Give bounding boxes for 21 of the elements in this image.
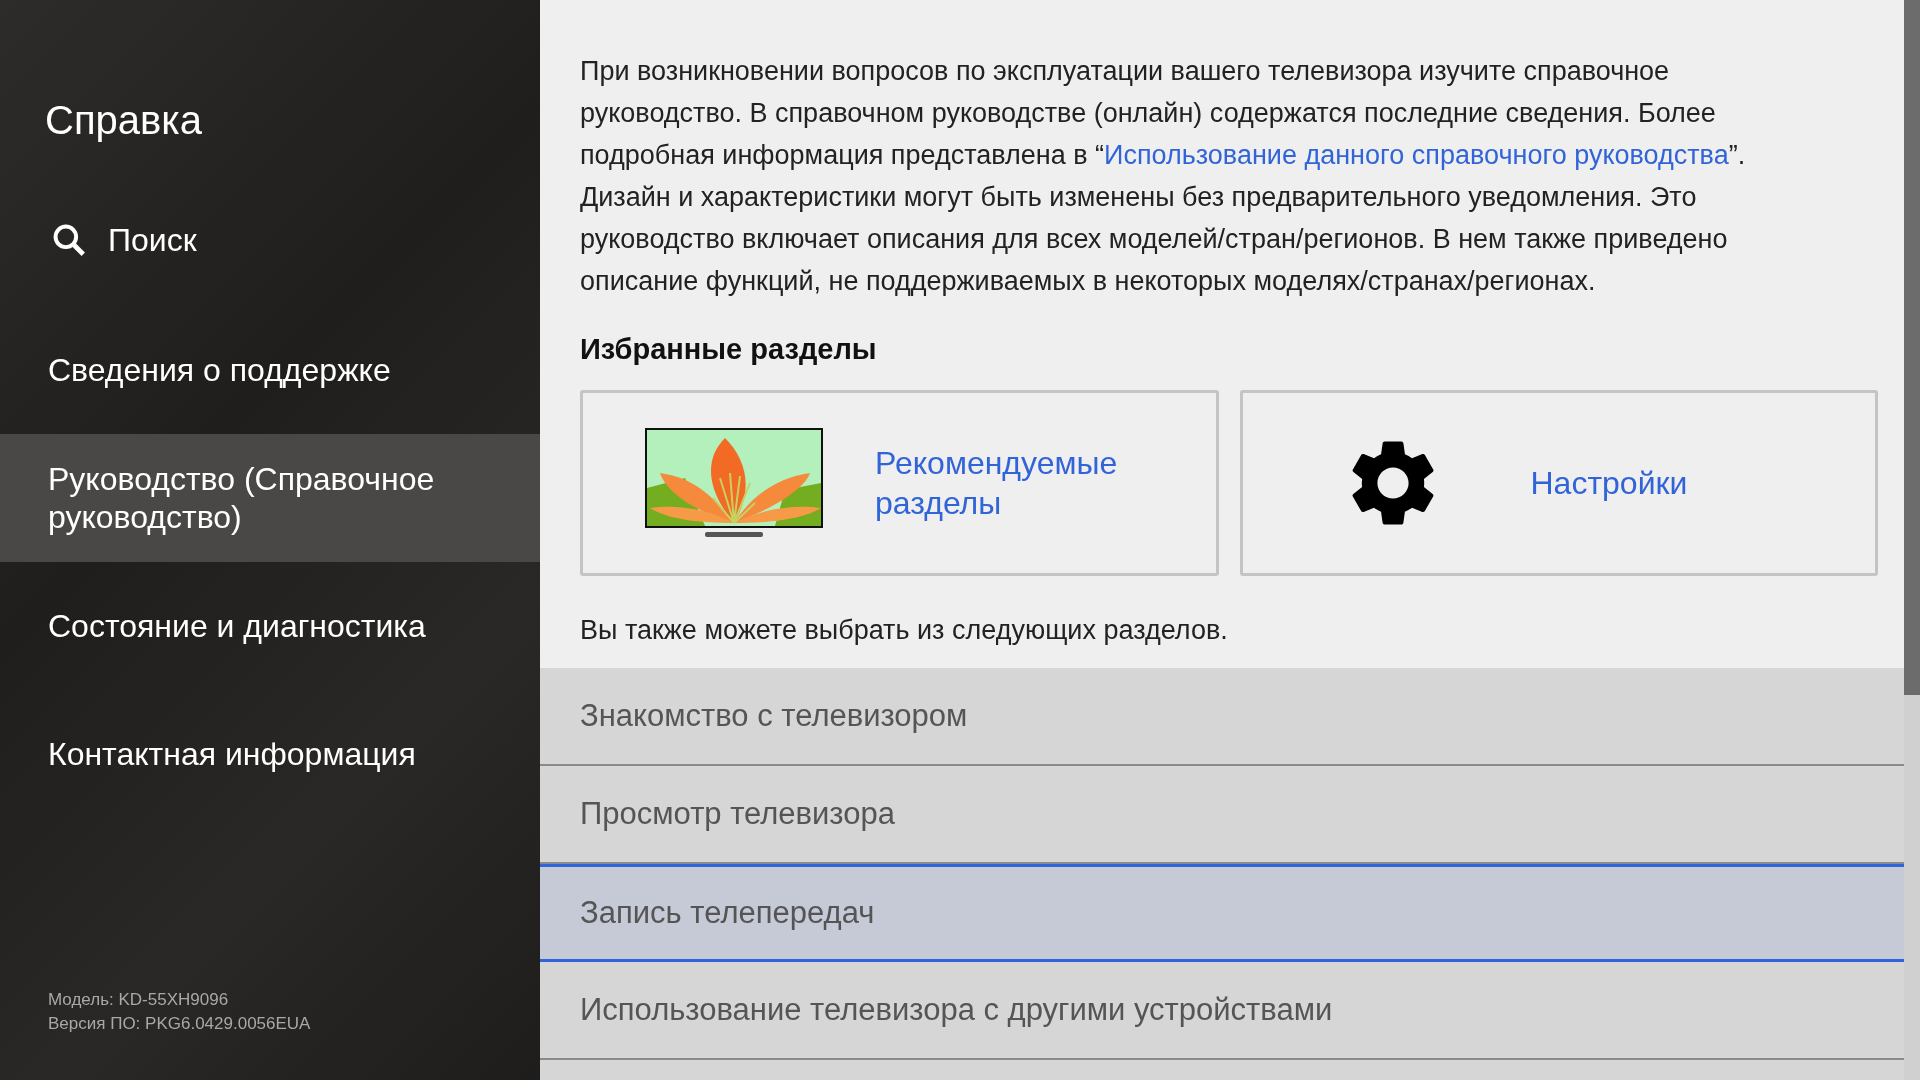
scrollbar[interactable] — [1904, 0, 1920, 1080]
more-hint: Вы также можете выбрать из следующих разделов. — [580, 613, 1229, 647]
favorite-card[interactable]: Настройки — [1239, 389, 1878, 576]
sidebar-item[interactable]: Сведения о поддержке — [0, 306, 540, 434]
sidebar-item[interactable]: Состояние и диагностика — [0, 562, 540, 690]
topic-item[interactable]: Запись телепередач — [540, 864, 1904, 962]
help-guide-link[interactable]: Использование данного справочного руководства — [1104, 140, 1729, 170]
sidebar-item[interactable]: Контактная информация — [0, 690, 540, 818]
tv-flower-icon — [645, 427, 823, 538]
sidebar-title: Справка — [45, 97, 203, 144]
intro-paragraph: При возникновении вопросов по эксплуатации вашего телевизора изучите справочное руководство. В справочном руководстве (онлайн) содержатся последние сведения. Более подробная информация представлена в “Использование данного справочного руководства”. Дизайн и характеристики могут быть изменены без предварительного уведомления. Это руководство включает описания для всех моделей/стран/регионов. В нем также приведено описание функций, не поддерживаемых в некоторых моделях/странах/регионах. — [580, 55, 1747, 298]
device-info: Версия ПО: PKG6.0429.0056EUA — [48, 1013, 312, 1035]
topic-item[interactable]: Использование телевизора с другими устройствами — [540, 962, 1904, 1060]
device-info: Модель: KD-55XH9096 — [48, 989, 230, 1011]
topic-item[interactable]: Просмотр телевизора — [540, 766, 1904, 864]
scrollbar-thumb[interactable] — [1904, 0, 1920, 695]
search-button[interactable]: Поиск — [50, 216, 540, 264]
topic-item[interactable]: Знакомство с телевизором — [540, 668, 1904, 766]
favorites-heading: Избранные разделы — [580, 332, 878, 367]
sidebar-item[interactable]: Руководство (Справочное руководство) — [0, 434, 540, 562]
favorite-card[interactable]: Рекомендуемые разделы — [580, 389, 1219, 576]
